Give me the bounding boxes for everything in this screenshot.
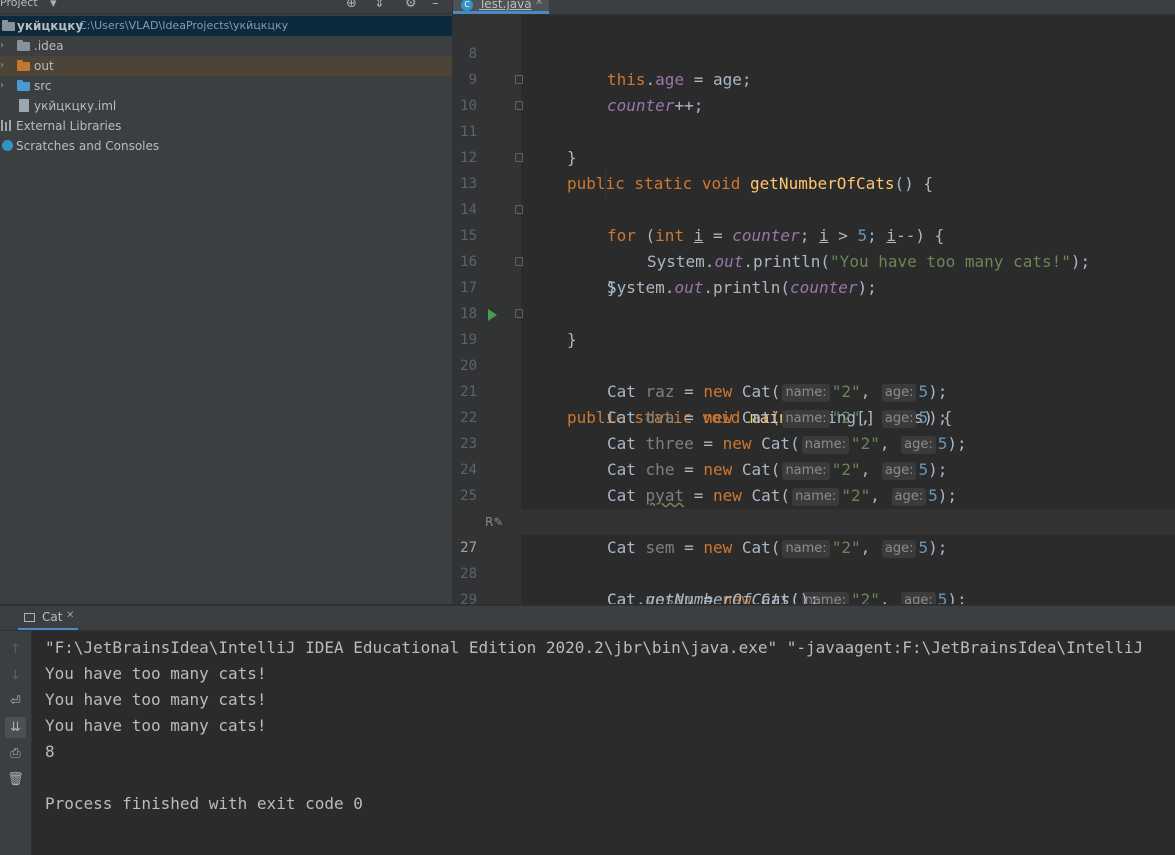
editor-tab-bar: C Test.java ✕ bbox=[453, 0, 1175, 15]
java-class-icon: C bbox=[461, 0, 473, 11]
code-line: 18 bbox=[453, 275, 1175, 301]
tree-item-external-libraries[interactable]: External Libraries bbox=[0, 116, 452, 136]
chevron-right-icon[interactable]: › bbox=[0, 36, 4, 56]
code-line: 23 Cat che = new Cat(name:"2", age:5); bbox=[453, 405, 1175, 431]
tab-label: Test.java bbox=[479, 0, 532, 11]
collapse-all-icon[interactable]: ⇕ bbox=[374, 0, 385, 12]
tree-item-scratches[interactable]: Scratches and Consoles bbox=[0, 136, 452, 156]
fold-icon[interactable] bbox=[515, 75, 523, 84]
code-line: 13 for (int i = counter; i > 5; i--) { bbox=[453, 145, 1175, 171]
chevron-right-icon[interactable]: › bbox=[0, 56, 4, 76]
close-icon[interactable]: ✕ bbox=[535, 0, 543, 8]
code-line: 20 Cat raz = new Cat(name:"2", age:5); bbox=[453, 327, 1175, 353]
tree-item-label: укйцкцку bbox=[17, 16, 83, 36]
code-line: 21 Cat dva = new Cat(name:"2", age:5); bbox=[453, 353, 1175, 379]
code-line: 26 Cat sem = new Cat(name:"2", age:5); bbox=[453, 483, 1175, 509]
close-icon[interactable]: ✕ bbox=[66, 610, 74, 621]
arrow-up-icon[interactable]: ↑ bbox=[5, 639, 26, 660]
pencil-icon[interactable]: R✎ bbox=[485, 509, 503, 535]
tree-item-label: External Libraries bbox=[16, 116, 121, 136]
code-line: 24 Cat pyat = new Cat(name:"2", age:5); bbox=[453, 431, 1175, 457]
code-line: 12 bbox=[453, 119, 1175, 145]
code-line: 16 System.out.println(counter); bbox=[453, 223, 1175, 249]
console-line: You have too many cats! bbox=[45, 661, 267, 687]
console-line: "F:\JetBrainsIdea\IntelliJ IDEA Educatio… bbox=[45, 635, 1143, 661]
tree-item-label: укйцкцку.iml bbox=[34, 96, 116, 116]
code-line: 29 bbox=[453, 561, 1175, 587]
indent-guide bbox=[605, 171, 606, 197]
soft-wrap-icon[interactable]: ⏎ bbox=[5, 691, 26, 712]
run-icon[interactable] bbox=[488, 309, 497, 321]
folder-icon bbox=[17, 62, 30, 71]
scroll-to-end-icon[interactable]: ⇊ bbox=[5, 717, 26, 738]
code-editor[interactable]: C Test.java ✕ 8 this.age = age; 9 counte… bbox=[453, 0, 1175, 604]
tree-item-project-root[interactable]: укйцкцку C:\Users\VLAD\IdeaProjects\укйц… bbox=[0, 16, 452, 36]
code-line: 28 Cat.getNumberOfCats(); bbox=[453, 535, 1175, 561]
code-line: 17 } bbox=[453, 249, 1175, 275]
tree-item-idea[interactable]: › .idea bbox=[0, 36, 452, 56]
code-area[interactable]: 8 this.age = age; 9 counter++; 10 } 11 p… bbox=[453, 15, 1175, 604]
console-line: Process finished with exit code 0 bbox=[45, 791, 363, 817]
tree-item-label: out bbox=[34, 56, 54, 76]
console-line: You have too many cats! bbox=[45, 713, 267, 739]
folder-icon bbox=[17, 42, 30, 51]
code-line: 25 Cat chest = new Cat(name:"2", age:5); bbox=[453, 457, 1175, 483]
run-tool-window: : Cat ✕ ↑ ↓ ⏎ ⇊ ⎙ 🗑 "F:\JetBrainsIdea\In… bbox=[0, 605, 1175, 855]
code-line: 11 public static void getNumberOfCats() … bbox=[453, 93, 1175, 119]
run-tab-label: Cat bbox=[42, 610, 62, 624]
project-path: C:\Users\VLAD\IdeaProjects\укйцкцку bbox=[79, 16, 288, 36]
tree-item-out[interactable]: › out bbox=[0, 56, 452, 76]
code-line: 30 bbox=[453, 587, 1175, 604]
tree-item-label: src bbox=[34, 76, 52, 96]
fold-icon[interactable] bbox=[515, 309, 523, 318]
code-line: 15 } bbox=[453, 197, 1175, 223]
fold-icon[interactable] bbox=[515, 153, 523, 162]
code-line: 10 } bbox=[453, 67, 1175, 93]
console-icon bbox=[24, 613, 35, 622]
console-line: 8 bbox=[45, 739, 55, 765]
file-icon bbox=[19, 99, 29, 112]
tab-run-cat[interactable]: Cat ✕ bbox=[18, 606, 78, 630]
gear-icon[interactable]: ⚙ bbox=[405, 0, 417, 12]
code-line: 19 public static void main(String[] args… bbox=[453, 301, 1175, 327]
arrow-down-icon[interactable]: ↓ bbox=[5, 665, 26, 686]
project-view-selector[interactable]: Project bbox=[0, 0, 38, 9]
code-line: 14 System.out.println("You have too many… bbox=[453, 171, 1175, 197]
tree-item-label: Scratches and Consoles bbox=[16, 136, 159, 156]
fold-icon[interactable] bbox=[515, 101, 523, 110]
run-toolbar: ↑ ↓ ⏎ ⇊ ⎙ 🗑 bbox=[0, 631, 32, 855]
hide-panel-icon[interactable]: – bbox=[432, 0, 439, 12]
chevron-down-icon[interactable]: ▾ bbox=[50, 0, 57, 12]
code-line: 9 counter++; bbox=[453, 41, 1175, 67]
module-folder-icon bbox=[2, 22, 15, 31]
scratch-icon bbox=[2, 140, 13, 151]
run-header: : Cat ✕ bbox=[0, 606, 1175, 631]
tab-test-java[interactable]: C Test.java ✕ bbox=[453, 0, 549, 14]
fold-icon[interactable] bbox=[515, 257, 523, 266]
tree-item-iml[interactable]: укйцкцку.iml bbox=[0, 96, 452, 116]
code-line-current: 27 R✎ Cat vosem = new Cat(name:"2", age:… bbox=[453, 509, 1175, 535]
code-line: 8 this.age = age; bbox=[453, 15, 1175, 41]
project-header: Project ▾ ⊕ ⇕ ⚙ – bbox=[0, 0, 452, 14]
code-line: 22 Cat three = new Cat(name:"2", age:5); bbox=[453, 379, 1175, 405]
print-icon[interactable]: ⎙ bbox=[5, 743, 26, 764]
tree-item-label: .idea bbox=[34, 36, 64, 56]
library-icon bbox=[1, 120, 13, 131]
locate-file-icon[interactable]: ⊕ bbox=[346, 0, 357, 12]
project-tool-window: Project ▾ ⊕ ⇕ ⚙ – укйцкцку C:\Users\VLAD… bbox=[0, 0, 453, 604]
console-line: You have too many cats! bbox=[45, 687, 267, 713]
tree-item-src[interactable]: › src bbox=[0, 76, 452, 96]
folder-icon bbox=[17, 82, 30, 91]
trash-icon[interactable]: 🗑 bbox=[5, 769, 26, 790]
fold-icon[interactable] bbox=[515, 205, 523, 214]
chevron-right-icon[interactable]: › bbox=[0, 76, 4, 96]
